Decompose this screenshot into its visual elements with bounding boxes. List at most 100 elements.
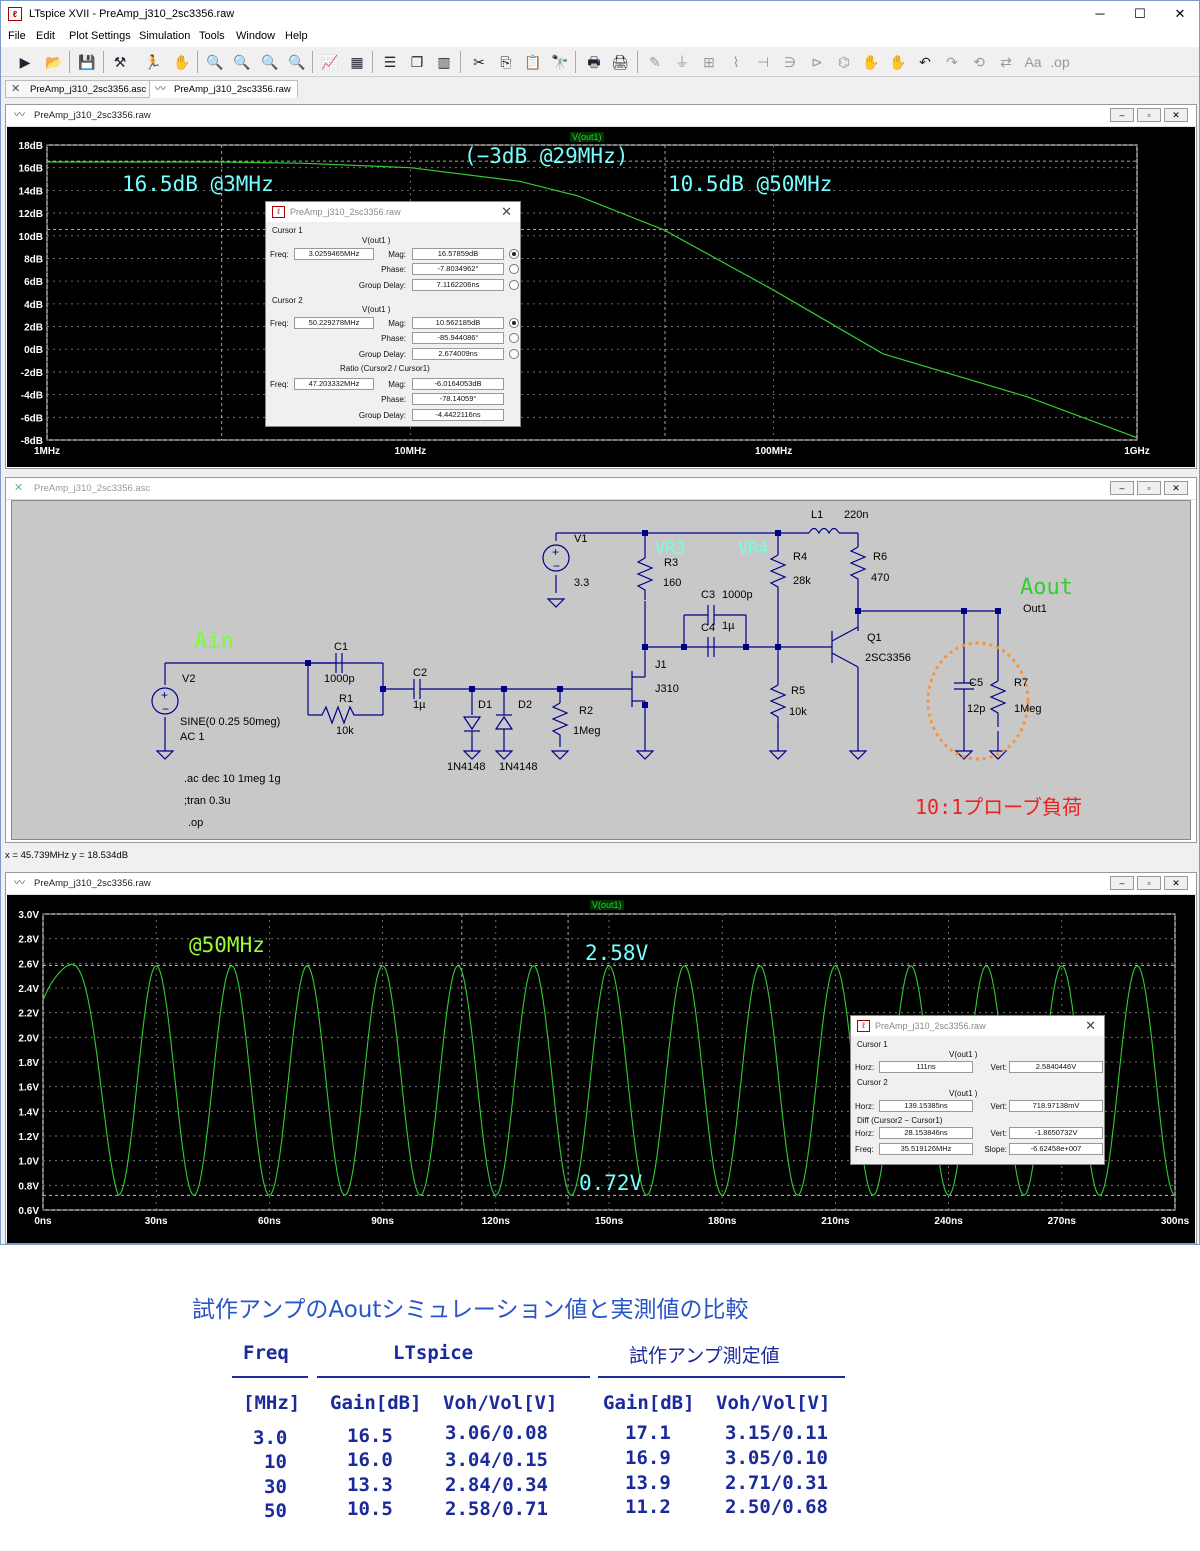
time-plot-minimize-button[interactable]: – bbox=[1110, 876, 1134, 890]
minimize-button[interactable]: ─ bbox=[1083, 3, 1117, 25]
r1-ref[interactable]: R1 bbox=[339, 693, 353, 705]
grid-icon[interactable]: ▦ bbox=[346, 51, 368, 73]
ratio-mag-field[interactable]: -6.0164053dB bbox=[412, 378, 504, 390]
open-folder-icon[interactable]: 📂 bbox=[43, 51, 65, 73]
r5-ref[interactable]: R5 bbox=[791, 685, 805, 697]
label-net-icon[interactable]: ⊞ bbox=[698, 51, 720, 73]
c5-value[interactable]: 12p bbox=[967, 703, 985, 715]
spice-directive-ac[interactable]: .ac dec 10 1meg 1g bbox=[184, 773, 281, 785]
tab-schematic[interactable]: ✕ PreAmp_j310_2sc3356.asc bbox=[5, 80, 154, 98]
menu-edit[interactable]: Edit bbox=[36, 30, 55, 42]
r4-value[interactable]: 28k bbox=[793, 575, 811, 587]
rotate-icon[interactable]: ⟲ bbox=[968, 51, 990, 73]
r2-ref[interactable]: R2 bbox=[579, 705, 593, 717]
wire-icon[interactable]: ✎ bbox=[644, 51, 666, 73]
spice-directive-op[interactable]: .op bbox=[188, 817, 203, 829]
freq-plot-close-button[interactable]: ✕ bbox=[1164, 108, 1188, 122]
freq-plot-maximize-button[interactable]: ▫ bbox=[1137, 108, 1161, 122]
freq-trace-label[interactable]: V(out1) bbox=[570, 132, 604, 142]
schematic-canvas[interactable]: + − + − Ain Aout Out1 VR3 VR4 V1 3.3 V2 … bbox=[11, 500, 1191, 840]
c4-value[interactable]: 1µ bbox=[722, 620, 734, 632]
tran-diff-horz-field[interactable]: 28.153846ns bbox=[879, 1127, 973, 1139]
print-icon[interactable]: 🖶 bbox=[583, 51, 605, 73]
zoom-out-icon[interactable]: 🔍 bbox=[259, 51, 281, 73]
net-label-ain[interactable]: Ain bbox=[194, 629, 234, 654]
control-panel-icon[interactable]: ⚒ bbox=[109, 51, 131, 73]
spice-directive-tran[interactable]: ;tran 0.3u bbox=[184, 795, 230, 807]
copy-icon[interactable]: ⎘ bbox=[495, 51, 517, 73]
cursor1-gd-field[interactable]: 7.1162206ns bbox=[412, 279, 504, 291]
d2-value[interactable]: 1N4148 bbox=[499, 761, 538, 773]
inductor-icon[interactable]: ∋ bbox=[779, 51, 801, 73]
close-icon[interactable]: ✕ bbox=[501, 204, 512, 220]
cursor2-freq-field[interactable]: 50.229278MHz bbox=[294, 317, 374, 329]
text-icon[interactable]: Aa bbox=[1022, 51, 1044, 73]
halt-icon[interactable]: ✋ bbox=[171, 51, 193, 73]
r6-ref[interactable]: R6 bbox=[873, 551, 887, 563]
v1-value[interactable]: 3.3 bbox=[574, 577, 589, 589]
l1-ref[interactable]: L1 bbox=[811, 509, 823, 521]
tran-diff-freq-field[interactable]: 35.519126MHz bbox=[879, 1143, 973, 1155]
cursor2-mag-field[interactable]: 10.562185dB bbox=[412, 317, 504, 329]
freq-plot-area[interactable]: 18dB 16dB 14dB 12dB 10dB 8dB 6dB 4dB 2dB 0dB -2dB -… bbox=[7, 127, 1195, 467]
time-plot-close-button[interactable]: ✕ bbox=[1164, 876, 1188, 890]
print-preview-icon[interactable]: 🖨 bbox=[609, 51, 631, 73]
ground-icon[interactable]: ⏚ bbox=[671, 51, 693, 73]
j1-ref[interactable]: J1 bbox=[655, 659, 667, 671]
r4-ref[interactable]: R4 bbox=[793, 551, 807, 563]
cursor2-phase-field[interactable]: -85.944086° bbox=[412, 332, 504, 344]
menu-file[interactable]: File bbox=[8, 30, 26, 42]
zoom-in-icon[interactable]: 🔍 bbox=[204, 51, 226, 73]
component-icon[interactable]: ⌬ bbox=[833, 51, 855, 73]
r7-ref[interactable]: R7 bbox=[1014, 677, 1028, 689]
redo-icon[interactable]: ↷ bbox=[941, 51, 963, 73]
c1-ref[interactable]: C1 bbox=[334, 641, 348, 653]
c2-value[interactable]: 1µ bbox=[413, 699, 425, 711]
l1-value[interactable]: 220n bbox=[844, 509, 868, 521]
cursor1-phase-field[interactable]: -7.8034962° bbox=[412, 263, 504, 275]
c2-ref[interactable]: C2 bbox=[413, 667, 427, 679]
menu-simulation[interactable]: Simulation bbox=[139, 30, 190, 42]
r1-value[interactable]: 10k bbox=[336, 725, 354, 737]
schematic-maximize-button[interactable]: ▫ bbox=[1137, 481, 1161, 495]
q1-ref[interactable]: Q1 bbox=[867, 632, 882, 644]
d1-ref[interactable]: D1 bbox=[478, 699, 492, 711]
cursor1-mag-radio[interactable] bbox=[509, 249, 519, 259]
freq-plot-minimize-button[interactable]: – bbox=[1110, 108, 1134, 122]
cut-icon[interactable]: ✂ bbox=[468, 51, 490, 73]
r3-value[interactable]: 160 bbox=[663, 577, 681, 589]
tran-cursor1-vert-field[interactable]: 2.5840446V bbox=[1009, 1061, 1103, 1073]
menu-tools[interactable]: Tools bbox=[199, 30, 225, 42]
ratio-freq-field[interactable]: 47.203332MHz bbox=[294, 378, 374, 390]
paste-icon[interactable]: 📋 bbox=[522, 51, 544, 73]
c1-value[interactable]: 1000p bbox=[324, 673, 355, 685]
r5-value[interactable]: 10k bbox=[789, 706, 807, 718]
drag-icon[interactable]: ✋ bbox=[887, 51, 909, 73]
maximize-button[interactable]: ☐ bbox=[1123, 3, 1157, 25]
v1-ref[interactable]: V1 bbox=[574, 533, 587, 545]
tran-cursor2-vert-field[interactable]: 718.97138mV bbox=[1009, 1100, 1103, 1112]
time-plot-maximize-button[interactable]: ▫ bbox=[1137, 876, 1161, 890]
cursor1-gd-radio[interactable] bbox=[509, 280, 519, 290]
cursor2-gd-field[interactable]: 2.674009ns bbox=[412, 348, 504, 360]
time-plot-area[interactable]: 3.0V 2.8V 2.6V 2.4V 2.2V 2.0V 1.8V 1.6V 1.4V 1.2V… bbox=[7, 895, 1195, 1243]
net-label-out1[interactable]: Out1 bbox=[1023, 603, 1047, 615]
c4-ref[interactable]: C4 bbox=[701, 622, 715, 634]
save-icon[interactable]: 💾 bbox=[76, 51, 98, 73]
tile-horizontal-icon[interactable]: ☰ bbox=[379, 51, 401, 73]
j1-value[interactable]: J310 bbox=[655, 683, 679, 695]
c3-ref[interactable]: C3 bbox=[701, 589, 715, 601]
close-icon[interactable]: ✕ bbox=[1085, 1018, 1096, 1034]
cursor1-phase-radio[interactable] bbox=[509, 264, 519, 274]
zoom-fit-icon[interactable]: 🔍 bbox=[286, 51, 308, 73]
cursor1-mag-field[interactable]: 16.57859dB bbox=[412, 248, 504, 260]
pan-icon[interactable]: 🔍 bbox=[231, 51, 253, 73]
cursor2-gd-radio[interactable] bbox=[509, 349, 519, 359]
schematic-close-button[interactable]: ✕ bbox=[1164, 481, 1188, 495]
r3-ref[interactable]: R3 bbox=[664, 557, 678, 569]
mirror-icon[interactable]: ⇄ bbox=[995, 51, 1017, 73]
c3-value[interactable]: 1000p bbox=[722, 589, 753, 601]
spice-directive-icon[interactable]: .op bbox=[1049, 51, 1071, 73]
run-icon[interactable]: 🏃 bbox=[142, 51, 164, 73]
r2-value[interactable]: 1Meg bbox=[573, 725, 601, 737]
